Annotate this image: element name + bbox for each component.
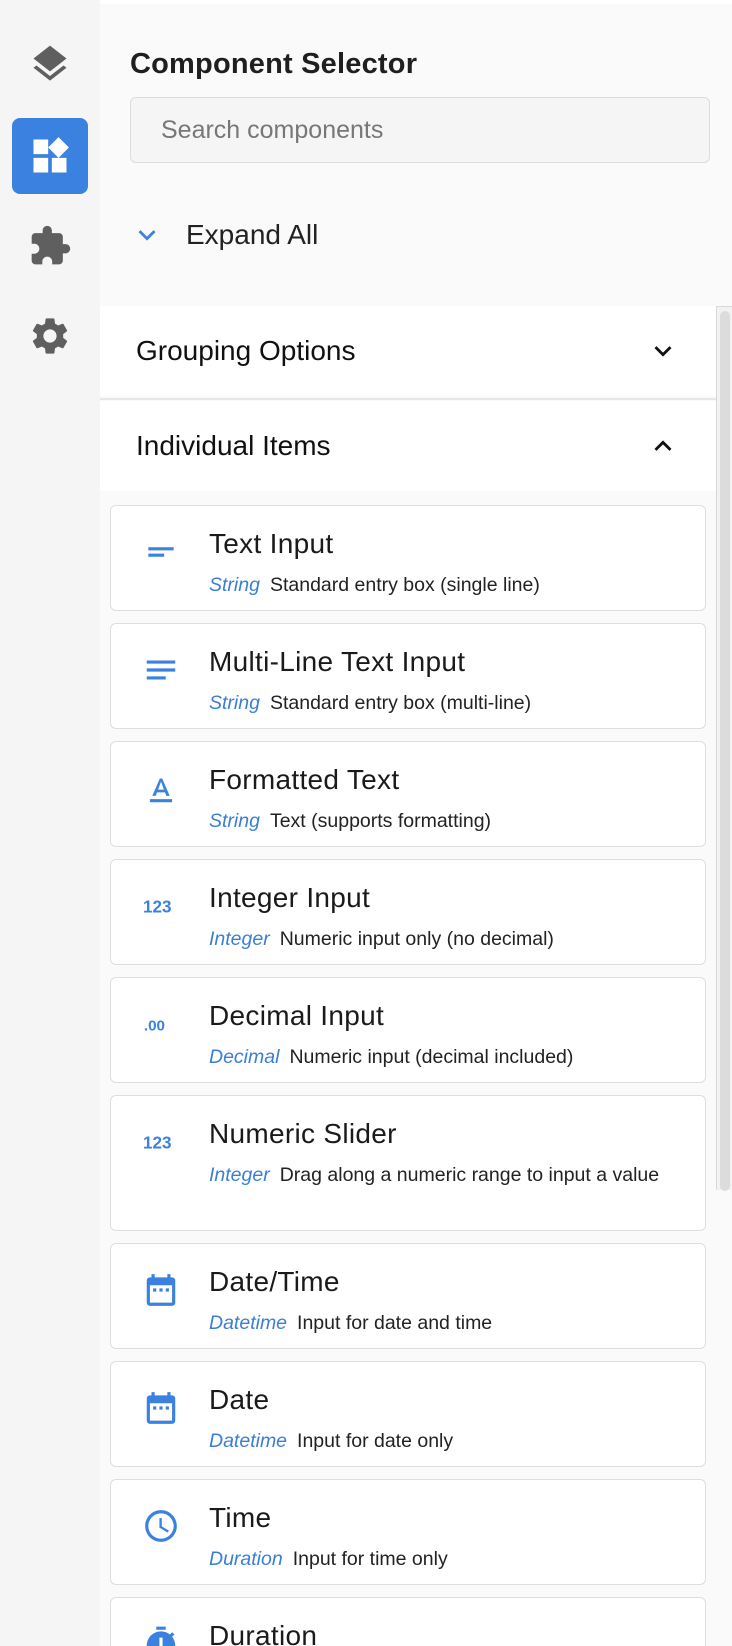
list-item-date[interactable]: Date Datetime Input for date only [110, 1361, 706, 1467]
item-type: String [209, 574, 260, 596]
item-type: Decimal [209, 1046, 280, 1068]
search-input[interactable] [130, 97, 710, 163]
list-item-duration[interactable]: Duration [110, 1597, 706, 1646]
list-item-decimal-input[interactable]: .00 Decimal Input Decimal Numeric input … [110, 977, 706, 1083]
item-description: Input for date only [297, 1430, 454, 1452]
section-label: Grouping Options [136, 335, 356, 366]
chevron-down-icon [654, 346, 672, 357]
decimal-icon: .00 [141, 1004, 181, 1044]
puzzle-icon [31, 225, 71, 265]
item-type: Datetime [209, 1430, 288, 1452]
item-description: Numeric input (decimal included) [289, 1046, 574, 1068]
gear-icon [32, 318, 68, 354]
item-description: Drag along a numeric range to input a va… [279, 1164, 660, 1186]
item-name: Multi-Line Text Input [209, 646, 466, 677]
item-description: Input for date and time [297, 1312, 493, 1334]
item-description: Text (supports formatting) [269, 810, 492, 832]
svg-text:123: 123 [143, 1134, 172, 1153]
scrollbar[interactable] [716, 306, 732, 1191]
item-type: Integer [209, 928, 270, 950]
chevron-up-icon [654, 440, 672, 451]
section-label: Individual Items [136, 430, 331, 461]
item-description: Input for time only [292, 1548, 448, 1570]
item-description: Numeric input only (no decimal) [279, 928, 554, 950]
list-item-datetime[interactable]: Date/Time Datetime Input for date and ti… [110, 1243, 706, 1349]
rail-item-components[interactable] [12, 118, 88, 194]
expand-all-button[interactable]: Expand All [130, 210, 318, 260]
notes-icon [141, 650, 181, 690]
widgets-icon [33, 137, 69, 173]
calendar-icon [141, 1270, 181, 1310]
item-type: Datetime [209, 1312, 288, 1334]
item-name: Time [209, 1502, 272, 1533]
list-item-formatted-text[interactable]: Formatted Text String Text (supports for… [110, 741, 706, 847]
expand-all-label: Expand All [186, 219, 319, 250]
item-name: Date [209, 1384, 270, 1415]
list-item-numeric-slider[interactable]: 123 Numeric Slider Integer Drag along a … [110, 1095, 706, 1231]
page-title: Component Selector [130, 48, 418, 80]
list-item-integer-input[interactable]: 123 Integer Input Integer Numeric input … [110, 859, 706, 965]
list-item-text-input[interactable]: Text Input String Standard entry box (si… [110, 505, 706, 611]
item-description: Standard entry box (single line) [269, 574, 540, 596]
item-type: String [209, 810, 260, 832]
section-grouping-options[interactable]: Grouping Options [100, 306, 716, 396]
item-name: Integer Input [209, 882, 371, 913]
svg-text:.00: .00 [144, 1018, 165, 1035]
list-item-multiline-text-input[interactable]: Multi-Line Text Input String Standard en… [110, 623, 706, 729]
item-name: Text Input [209, 528, 334, 559]
calendar-icon [141, 1388, 181, 1428]
chevron-down-icon [138, 230, 156, 241]
scrollbar-thumb[interactable] [720, 311, 730, 1191]
timer-icon [141, 1624, 181, 1646]
text-format-icon [141, 768, 181, 808]
item-name: Decimal Input [209, 1000, 385, 1031]
svg-text:123: 123 [143, 898, 172, 917]
numbers-123-icon: 123 [141, 886, 181, 926]
section-individual-items[interactable]: Individual Items [100, 401, 716, 491]
numbers-123-icon: 123 [141, 1122, 181, 1162]
list-item-time[interactable]: Time Duration Input for time only [110, 1479, 706, 1585]
item-type: Duration [209, 1548, 283, 1570]
divider [100, 398, 716, 400]
item-name: Date/Time [209, 1266, 340, 1297]
rail-item-layers[interactable] [12, 26, 88, 102]
nav-rail [0, 0, 100, 1646]
rail-item-settings[interactable] [12, 298, 88, 374]
item-name: Duration [209, 1620, 318, 1646]
item-type: Integer [209, 1164, 270, 1186]
item-description: Standard entry box (multi-line) [269, 692, 532, 714]
rail-item-extensions[interactable] [12, 208, 88, 284]
short-text-icon [141, 532, 181, 572]
item-type: String [209, 692, 260, 714]
clock-icon [141, 1506, 181, 1546]
layers-icon [33, 45, 67, 81]
item-name: Formatted Text [209, 764, 400, 795]
item-name: Numeric Slider [209, 1118, 397, 1149]
